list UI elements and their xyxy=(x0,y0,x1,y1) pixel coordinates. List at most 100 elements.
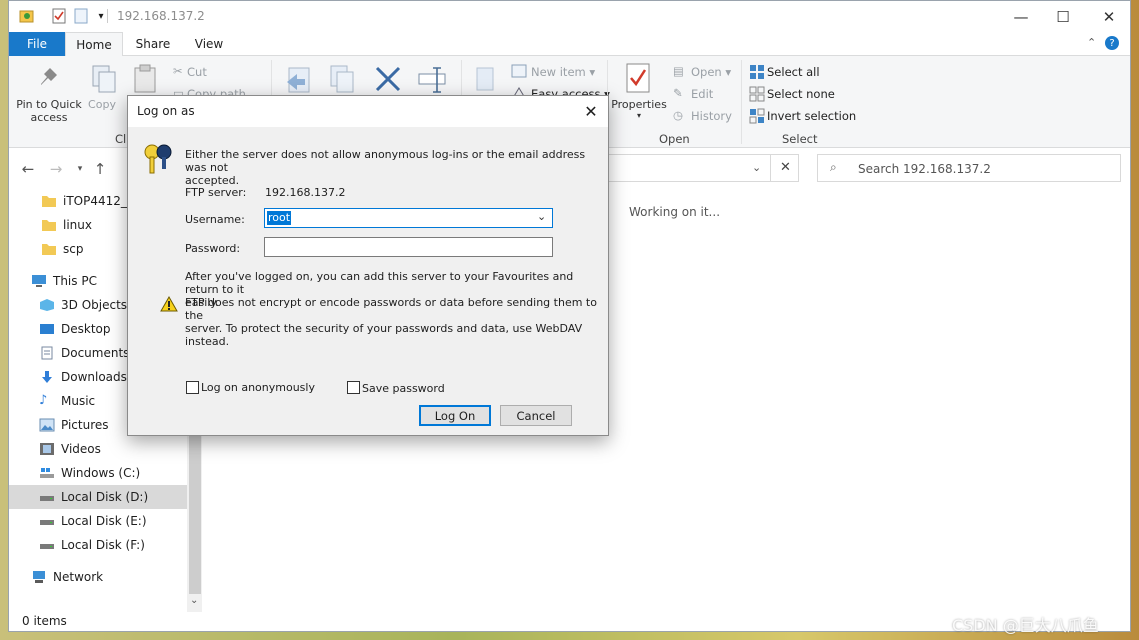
properties-dropdown-icon: ▾ xyxy=(636,111,641,120)
invert-selection-icon xyxy=(749,108,765,127)
address-divider xyxy=(770,155,771,181)
nav-item-network[interactable]: Network xyxy=(9,565,187,589)
dialog-close-button[interactable]: ✕ xyxy=(574,96,608,127)
ribbon-separator xyxy=(741,60,742,144)
recent-locations-icon[interactable]: ▾ xyxy=(71,160,89,178)
username-combobox[interactable]: root ⌄ xyxy=(264,208,553,228)
title-separator xyxy=(107,9,108,23)
cut-button[interactable]: Cut xyxy=(187,65,207,79)
search-icon: ⌕ xyxy=(830,160,837,174)
pictures-icon xyxy=(39,418,55,432)
nav-item-label: linux xyxy=(63,218,92,232)
nav-item-local-disk-e[interactable]: Local Disk (E:) xyxy=(9,509,187,533)
nav-item-label: Music xyxy=(61,394,96,408)
history-icon: ◷ xyxy=(673,108,684,122)
nav-item-windows-c[interactable]: Windows (C:) xyxy=(9,461,187,485)
new-item-label: New item xyxy=(531,65,586,79)
edit-icon: ✎ xyxy=(673,86,683,100)
computer-icon xyxy=(31,274,47,288)
rename-icon[interactable] xyxy=(417,66,447,97)
log-on-anonymously-checkbox[interactable] xyxy=(186,381,199,394)
properties-label: Properties xyxy=(611,98,667,111)
search-field[interactable]: ⌕ Search 192.168.137.2 xyxy=(817,154,1121,182)
save-password-checkbox[interactable] xyxy=(347,381,360,394)
nav-item-local-disk-d[interactable]: Local Disk (D:) xyxy=(9,485,187,509)
select-none-button[interactable]: Select none xyxy=(767,87,835,101)
stop-loading-icon[interactable]: ✕ xyxy=(780,160,791,175)
documents-icon xyxy=(39,346,55,360)
pin-to-quick-access-button[interactable]: Pin to Quick access xyxy=(11,98,87,124)
edit-button[interactable]: Edit xyxy=(691,87,713,101)
nav-item-local-disk-f[interactable]: Local Disk (F:) xyxy=(9,533,187,557)
warning-icon xyxy=(160,295,178,315)
select-all-button[interactable]: Select all xyxy=(767,65,820,79)
dialog-title: Log on as xyxy=(137,104,195,118)
drive-icon xyxy=(39,538,55,552)
pin-label-line1: Pin to Quick xyxy=(16,98,82,111)
drive-icon xyxy=(39,514,55,528)
nav-item-label: Documents xyxy=(61,346,130,360)
back-arrow-icon[interactable]: ← xyxy=(19,160,37,178)
keys-icon xyxy=(142,140,176,179)
move-to-icon xyxy=(285,64,315,97)
info-line-1: After you've logged on, you can add this… xyxy=(185,270,574,296)
nav-item-videos[interactable]: Videos xyxy=(9,437,187,461)
save-password-label[interactable]: Save password xyxy=(362,382,445,395)
tab-share[interactable]: Share xyxy=(133,32,173,56)
security-warning: FTP does not encrypt or encode passwords… xyxy=(185,296,597,348)
warning-line-2: server. To protect the security of your … xyxy=(185,322,583,348)
watermark: CSDN @巨大八爪鱼 xyxy=(952,616,1099,635)
invert-selection-button[interactable]: Invert selection xyxy=(767,109,856,123)
tab-home[interactable]: Home xyxy=(65,32,123,57)
open-label: Open xyxy=(691,65,722,79)
log-on-dialog: Log on as ✕ Either the server does not a… xyxy=(127,95,609,436)
new-folder-quick-icon[interactable] xyxy=(73,8,89,24)
new-item-icon xyxy=(511,64,527,81)
copy-button[interactable]: Copy xyxy=(87,98,117,111)
open-group-label: Open xyxy=(659,132,690,146)
log-on-button[interactable]: Log On xyxy=(419,405,491,426)
windows-drive-icon xyxy=(39,466,55,480)
search-placeholder: Search 192.168.137.2 xyxy=(858,162,991,176)
properties-quick-icon[interactable] xyxy=(51,8,67,24)
open-button[interactable]: Open ▾ xyxy=(691,65,731,79)
collapse-ribbon-icon[interactable]: ⌃ xyxy=(1087,36,1096,49)
nav-scrollbar-thumb[interactable] xyxy=(189,434,201,594)
desktop-icon xyxy=(39,322,55,336)
select-group-label: Select xyxy=(782,132,818,146)
username-label: Username: xyxy=(185,213,245,226)
paste-icon xyxy=(133,64,157,97)
close-button[interactable]: ✕ xyxy=(1086,1,1130,32)
nav-item-label: Windows (C:) xyxy=(61,466,141,480)
password-field[interactable] xyxy=(264,237,553,257)
address-dropdown-icon[interactable]: ⌄ xyxy=(752,161,761,174)
nav-item-label: scp xyxy=(63,242,84,256)
message-line-2: accepted. xyxy=(185,174,240,187)
help-icon[interactable]: ? xyxy=(1105,36,1119,50)
nav-item-label: Local Disk (F:) xyxy=(61,538,145,552)
nav-item-label: Desktop xyxy=(61,322,111,336)
loading-status: Working on it... xyxy=(629,205,721,219)
folder-icon xyxy=(41,194,57,208)
maximize-button[interactable]: ☐ xyxy=(1040,1,1086,32)
select-none-icon xyxy=(749,86,765,105)
scroll-down-icon[interactable]: ⌄ xyxy=(190,595,198,606)
tab-file[interactable]: File xyxy=(9,32,65,56)
explorer-app-icon xyxy=(19,8,35,24)
minimize-button[interactable]: — xyxy=(998,1,1044,32)
properties-button[interactable]: Properties ▾ xyxy=(609,98,669,120)
cancel-button[interactable]: Cancel xyxy=(500,405,572,426)
history-button[interactable]: History xyxy=(691,109,732,123)
log-on-anonymously-label[interactable]: Log on anonymously xyxy=(201,381,315,394)
username-dropdown-icon[interactable]: ⌄ xyxy=(537,210,546,223)
drive-icon xyxy=(39,490,55,504)
delete-icon[interactable] xyxy=(373,64,403,97)
film-icon xyxy=(39,442,55,456)
nav-item-label: Local Disk (E:) xyxy=(61,514,147,528)
tab-view[interactable]: View xyxy=(189,32,229,56)
up-arrow-icon[interactable]: ↑ xyxy=(91,160,109,178)
username-value: root xyxy=(267,211,292,225)
nav-item-label: This PC xyxy=(53,274,97,288)
new-item-button[interactable]: New item ▾ xyxy=(531,65,595,79)
forward-arrow-icon[interactable]: → xyxy=(47,160,65,178)
